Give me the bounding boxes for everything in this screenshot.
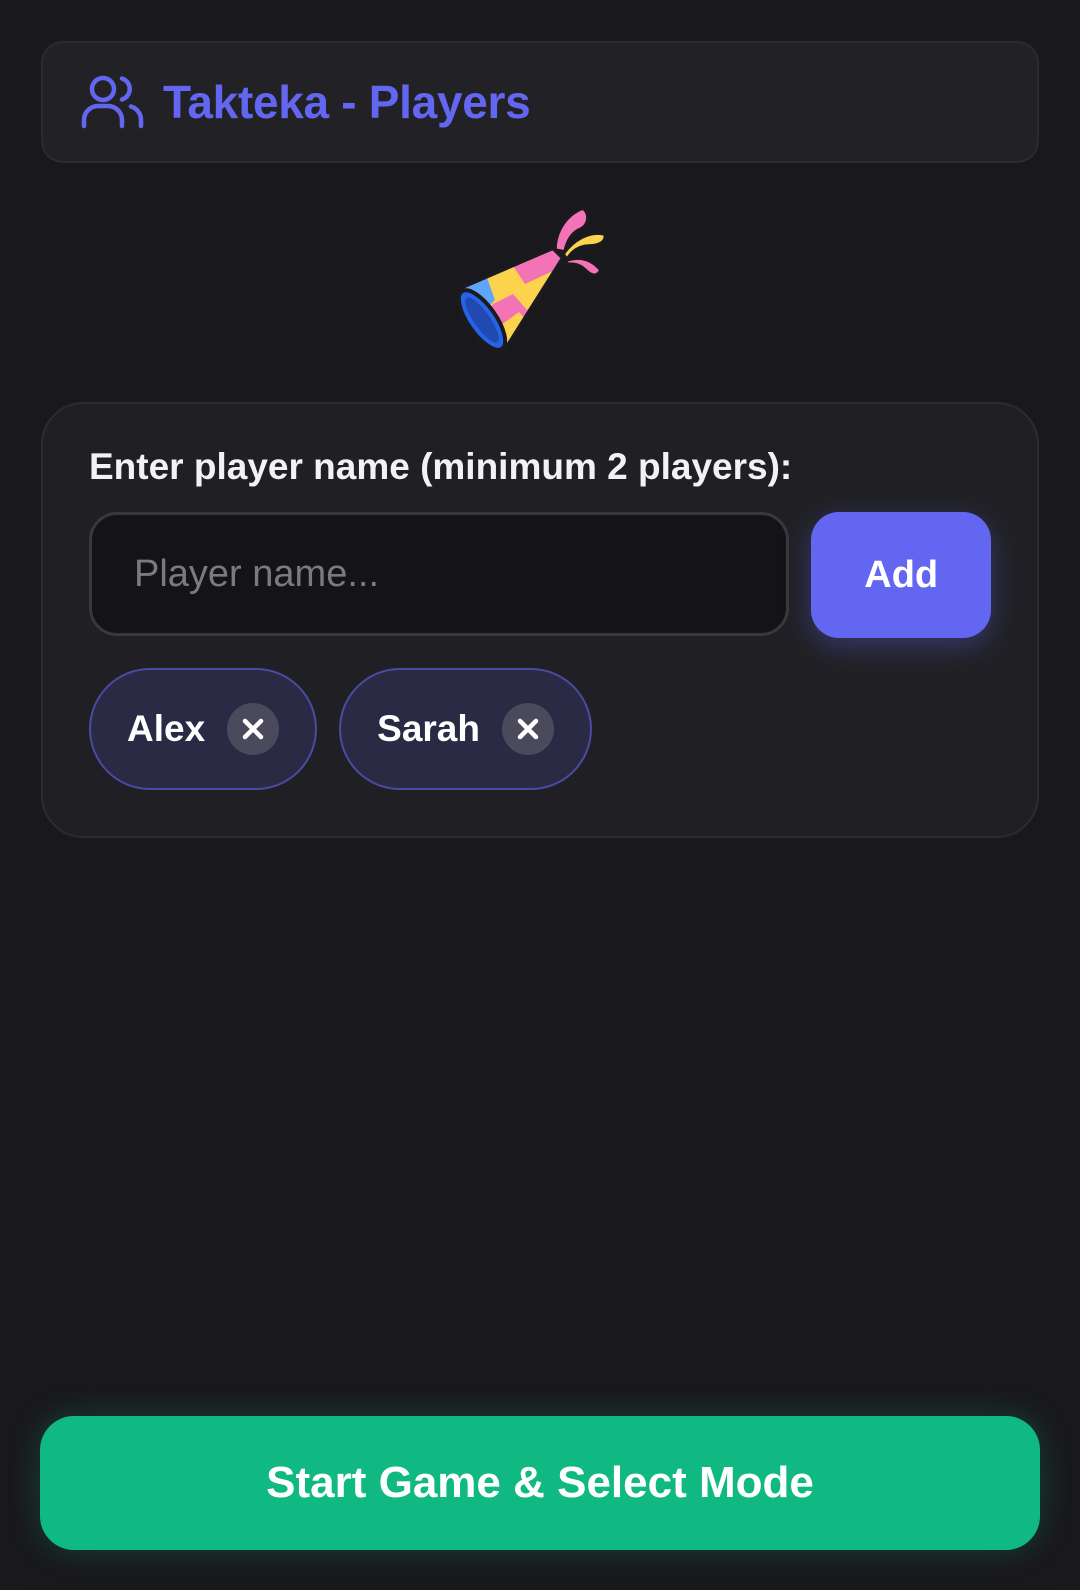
add-player-row: Add <box>89 512 991 638</box>
remove-player-button[interactable] <box>227 703 280 755</box>
users-icon <box>81 73 145 131</box>
add-player-button[interactable]: Add <box>811 512 991 638</box>
header-bar: Takteka - Players <box>41 41 1039 163</box>
party-popper-icon <box>455 200 635 370</box>
player-name-label: Enter player name (minimum 2 players): <box>89 446 793 487</box>
close-icon <box>242 718 264 740</box>
remove-player-button[interactable] <box>502 703 554 755</box>
player-name: Alex <box>127 708 206 749</box>
close-icon <box>517 718 539 740</box>
start-game-button[interactable]: Start Game & Select Mode <box>40 1416 1040 1550</box>
player-list: Alex Sarah <box>89 668 991 790</box>
player-name-input[interactable] <box>89 512 790 636</box>
player-name: Sarah <box>377 708 480 749</box>
player-chip: Alex <box>89 668 318 790</box>
player-chip: Sarah <box>339 668 592 790</box>
page-title: Takteka - Players <box>163 76 531 128</box>
app-screen: Takteka - Players Enter player name (min… <box>0 0 1080 1590</box>
players-card: Enter player name (minimum 2 players): A… <box>41 402 1039 838</box>
